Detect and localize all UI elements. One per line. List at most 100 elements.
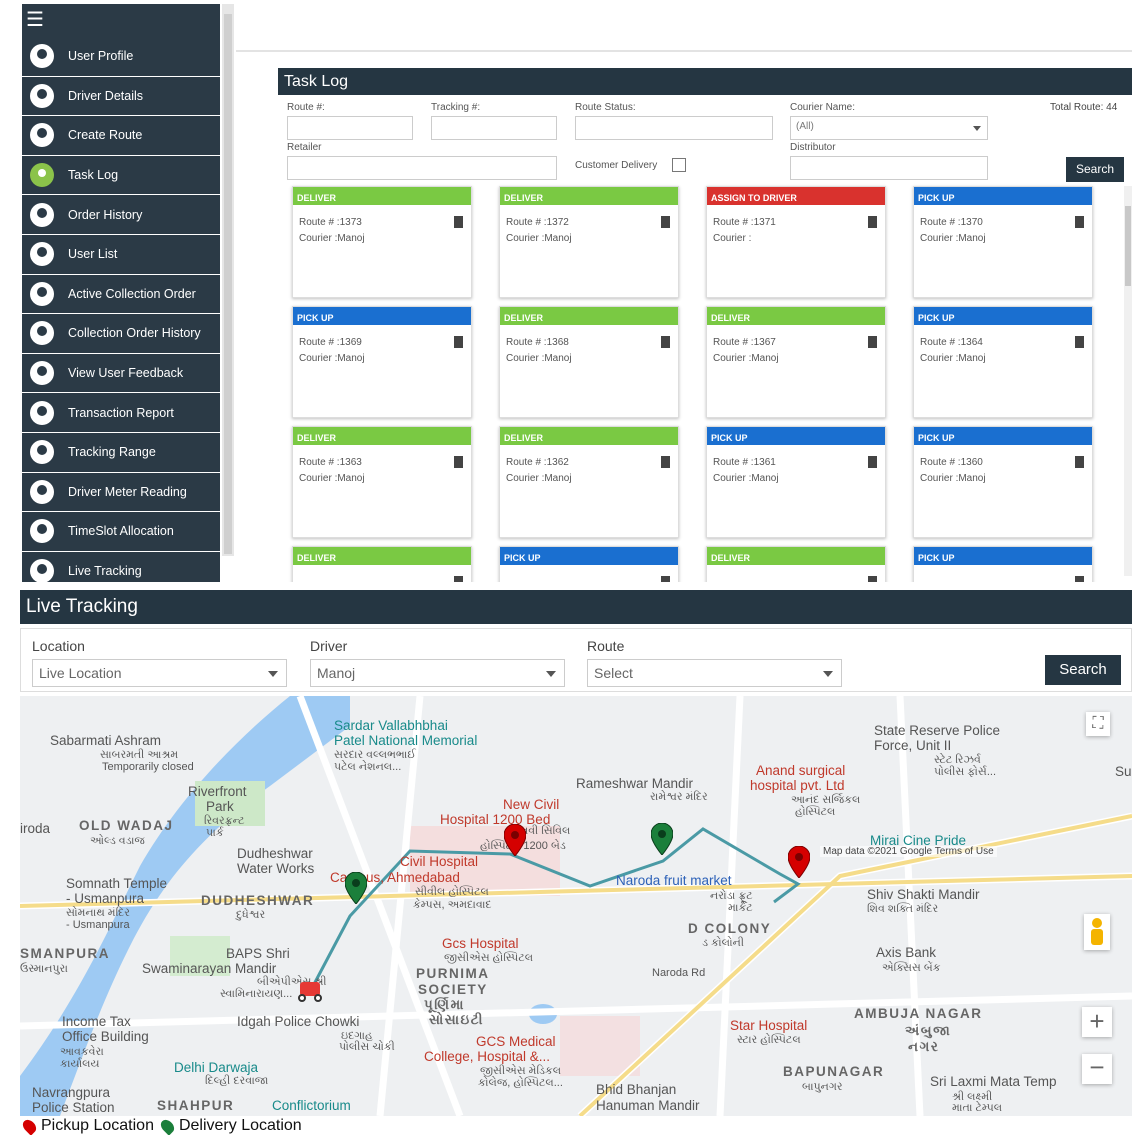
users-icon	[30, 242, 54, 267]
map-place-label: Office Building	[62, 1029, 149, 1044]
task-card[interactable]: DELIVER	[706, 546, 886, 582]
thumbs-up-icon	[30, 361, 54, 386]
map-place-label: Police Station	[32, 1100, 115, 1115]
task-card-body: Route # :1373 Courier :Manoj	[293, 207, 471, 255]
route-select[interactable]: Select	[587, 659, 842, 687]
document-icon[interactable]	[661, 216, 670, 228]
task-courier-name: Courier :Manoj	[299, 353, 365, 364]
task-card[interactable]: PICK UP Route # :1364 Courier :Manoj	[913, 306, 1093, 418]
task-card[interactable]: DELIVER Route # :1368 Courier :Manoj	[499, 306, 679, 418]
document-icon[interactable]	[661, 336, 670, 348]
task-card[interactable]: DELIVER Route # :1362 Courier :Manoj	[499, 426, 679, 538]
street-view-pegman-icon[interactable]	[1084, 914, 1110, 950]
driver-select[interactable]: Manoj	[310, 659, 565, 687]
sidebar-item-transaction-report[interactable]: Transaction Report	[22, 393, 220, 433]
tracking-number-input[interactable]	[431, 116, 557, 140]
sidebar-item-user-profile[interactable]: User Profile	[22, 37, 220, 77]
sidebar-item-order-history[interactable]: Order History	[22, 195, 220, 235]
retailer-input[interactable]	[287, 156, 557, 180]
task-card-body: Route # :1364 Courier :Manoj	[914, 327, 1092, 375]
map-place-label: હોસ્પિટલ	[795, 806, 836, 818]
task-card[interactable]: DELIVER	[292, 546, 472, 582]
location-select[interactable]: Live Location	[32, 659, 287, 687]
document-icon[interactable]	[1075, 336, 1084, 348]
sidebar-item-live-tracking[interactable]: Live Tracking	[22, 552, 220, 582]
map-place-label: - Usmanpura	[66, 891, 145, 906]
document-icon[interactable]	[868, 576, 877, 582]
map-terms-link[interactable]: Terms of Use	[935, 846, 994, 857]
document-icon[interactable]	[1075, 456, 1084, 468]
sidebar-item-tracking-range[interactable]: Tracking Range	[22, 433, 220, 473]
live-tracking-search-button[interactable]: Search	[1045, 655, 1121, 685]
distributor-label: Distributor	[790, 142, 836, 153]
sidebar-item-label: TimeSlot Allocation	[68, 524, 174, 539]
delivery-vehicle-icon[interactable]	[296, 978, 326, 1004]
task-card[interactable]: PICK UP Route # :1361 Courier :Manoj	[706, 426, 886, 538]
map-place-label: Naroda fruit market	[616, 873, 732, 888]
document-icon[interactable]	[454, 216, 463, 228]
sidebar-item-driver-details[interactable]: Driver Details	[22, 77, 220, 117]
document-icon[interactable]	[454, 336, 463, 348]
sidebar-item-driver-meter-reading[interactable]: Driver Meter Reading	[22, 473, 220, 513]
document-icon[interactable]	[1075, 576, 1084, 582]
sidebar-item-task-log[interactable]: Task Log	[22, 156, 220, 196]
map-place-label: માતા ટેમ્પલ	[952, 1102, 1003, 1114]
map-place-label: પોલીસ ચોકી	[339, 1041, 395, 1053]
document-icon[interactable]	[454, 456, 463, 468]
delivery-marker[interactable]	[345, 872, 367, 904]
pickup-marker[interactable]	[788, 846, 810, 878]
task-log-search-button[interactable]: Search	[1066, 157, 1124, 182]
route-status-input[interactable]	[575, 116, 773, 140]
sidebar-item-create-route[interactable]: Create Route	[22, 116, 220, 156]
document-icon[interactable]	[661, 456, 670, 468]
document-icon[interactable]	[1075, 216, 1084, 228]
total-route-count: Total Route: 44	[1050, 102, 1118, 113]
sidebar-item-timeslot-allocation[interactable]: TimeSlot Allocation	[22, 512, 220, 552]
task-card[interactable]: DELIVER Route # :1372 Courier :Manoj	[499, 186, 679, 298]
route-number-input[interactable]	[287, 116, 413, 140]
map-place-label: Dudheshwar	[237, 846, 313, 861]
delivery-marker[interactable]	[651, 823, 673, 855]
task-card[interactable]: PICK UP Route # :1369 Courier :Manoj	[292, 306, 472, 418]
task-card[interactable]: PICK UP Route # :1370 Courier :Manoj	[913, 186, 1093, 298]
hamburger-icon[interactable]: ☰	[22, 4, 220, 37]
sidebar-item-user-list[interactable]: User List	[22, 235, 220, 275]
zoom-in-button[interactable]: +	[1082, 1007, 1112, 1037]
distributor-input[interactable]	[790, 156, 988, 180]
sidebar-item-collection-order-history[interactable]: Collection Order History	[22, 314, 220, 354]
map-place-label: College, Hospital &...	[424, 1049, 551, 1064]
map-place-label: Civil Hospital	[400, 854, 479, 869]
task-card[interactable]: DELIVER Route # :1373 Courier :Manoj	[292, 186, 472, 298]
courier-name-select[interactable]: (All)	[790, 116, 988, 140]
driver-label: Driver	[310, 638, 348, 654]
sidebar-scrollbar[interactable]	[222, 4, 234, 556]
task-route-number: Route # :1362	[506, 457, 569, 468]
fullscreen-icon[interactable]: ⛶	[1086, 712, 1110, 736]
document-icon[interactable]	[661, 576, 670, 582]
courier-name-label: Courier Name:	[790, 102, 856, 113]
task-card[interactable]: ASSIGN TO DRIVER Route # :1371 Courier :	[706, 186, 886, 298]
document-icon[interactable]	[454, 576, 463, 582]
map-place-label: Anand surgical	[756, 763, 846, 778]
map-place-label: - Usmanpura	[66, 919, 130, 931]
map[interactable]: Sabarmati Ashram સાબરમતી આશ્રમ Temporarily…	[20, 696, 1132, 1116]
zoom-out-button[interactable]: −	[1082, 1054, 1112, 1084]
map-place-label: AMBUJA NAGAR	[854, 1006, 983, 1021]
task-card[interactable]: PICK UP Route # :1360 Courier :Manoj	[913, 426, 1093, 538]
task-status-badge: DELIVER	[707, 547, 885, 567]
task-card[interactable]: DELIVER Route # :1367 Courier :Manoj	[706, 306, 886, 418]
task-card[interactable]: PICK UP	[913, 546, 1093, 582]
customer-delivery-checkbox[interactable]	[672, 158, 686, 172]
pickup-marker[interactable]	[504, 824, 526, 856]
task-card[interactable]: DELIVER Route # :1363 Courier :Manoj	[292, 426, 472, 538]
document-icon[interactable]	[868, 456, 877, 468]
document-icon[interactable]	[868, 216, 877, 228]
task-card[interactable]: PICK UP	[499, 546, 679, 582]
sidebar-item-view-user-feedback[interactable]: View User Feedback	[22, 354, 220, 394]
map-place-label: પાર્ક	[206, 827, 224, 839]
document-icon[interactable]	[868, 336, 877, 348]
task-grid-scrollbar[interactable]	[1124, 186, 1132, 576]
sidebar-item-active-collection-order[interactable]: Active Collection Order	[22, 275, 220, 315]
map-place-label: એક્સિસ બેંક	[882, 962, 941, 974]
sidebar-item-label: User List	[68, 247, 118, 262]
